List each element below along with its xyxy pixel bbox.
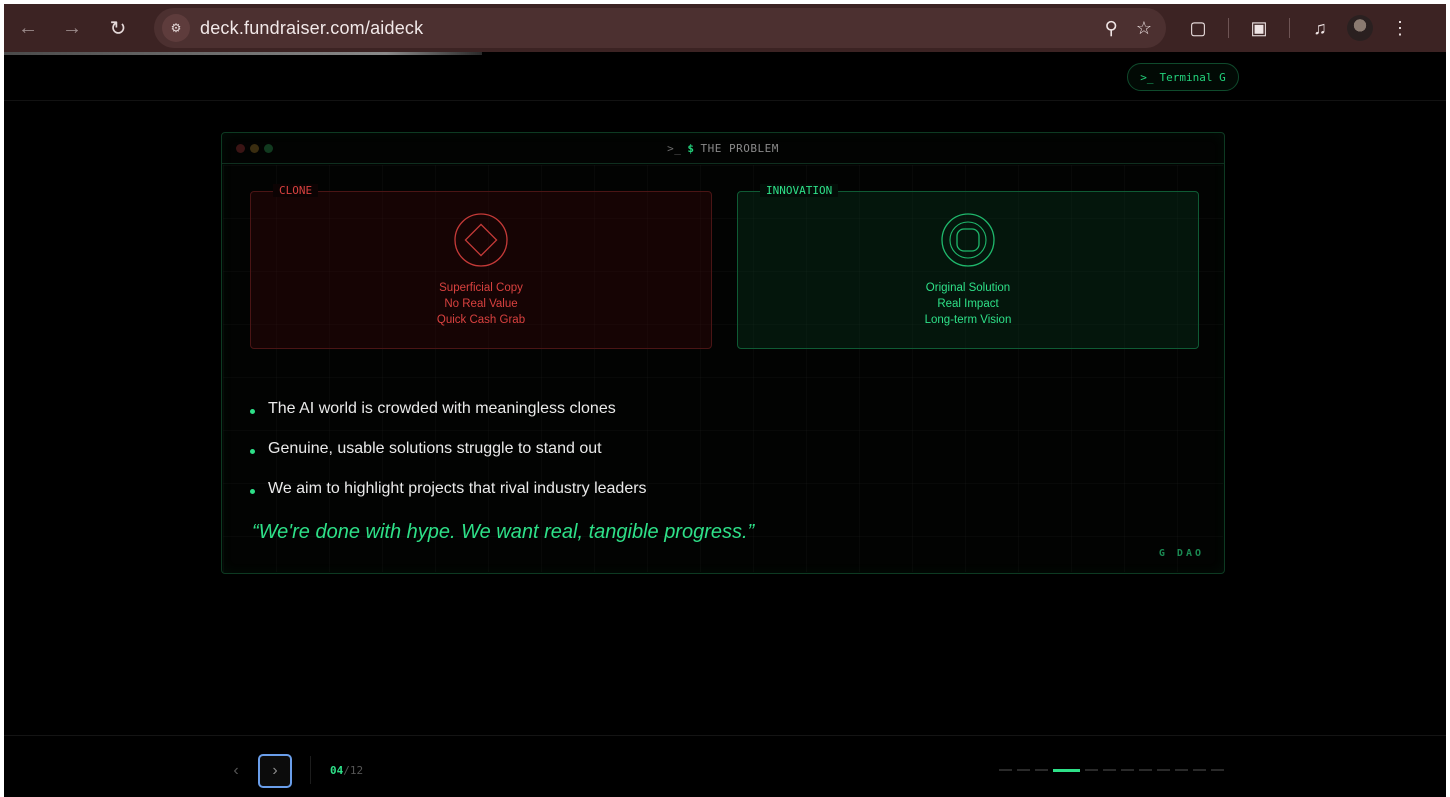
url-text[interactable]: deck.fundraiser.com/aideck bbox=[200, 18, 423, 39]
total-pages: /12 bbox=[343, 764, 364, 777]
address-bar[interactable]: ⚙ deck.fundraiser.com/aideck ⚲ ☆ bbox=[154, 8, 1166, 48]
maximize-dot-icon bbox=[264, 144, 273, 153]
window-titlebar: >_ $ THE PROBLEM bbox=[222, 133, 1224, 164]
progress-segment[interactable] bbox=[1103, 769, 1116, 771]
extensions-icon[interactable]: ▢ bbox=[1178, 4, 1218, 52]
bullet-item: Genuine, usable solutions struggle to st… bbox=[250, 429, 647, 469]
toolbar-divider bbox=[1228, 18, 1229, 38]
terminal-button-label: Terminal G bbox=[1159, 70, 1226, 84]
current-page: 04 bbox=[330, 764, 344, 777]
quote-text: “We're done with hype. We want real, tan… bbox=[252, 521, 755, 543]
clone-lines: Superficial Copy No Real Value Quick Cas… bbox=[251, 280, 711, 328]
terminal-button[interactable]: >_ Terminal G bbox=[1127, 63, 1239, 91]
terminal-window: >_ $ THE PROBLEM CLONE Superficial Copy No… bbox=[221, 132, 1225, 574]
slide-title: >_ $ THE PROBLEM bbox=[667, 142, 779, 155]
browser-toolbar: ← → ↻ ⚙ deck.fundraiser.com/aideck ⚲ ☆ ▢… bbox=[4, 4, 1446, 52]
header-divider bbox=[4, 100, 1446, 101]
footer-separator bbox=[310, 756, 311, 784]
next-slide-button[interactable]: › bbox=[258, 754, 292, 788]
terminal-prompt-icon: >_ bbox=[1140, 70, 1154, 84]
previous-slide-button[interactable]: ‹ bbox=[224, 756, 248, 786]
page-loading-bar bbox=[4, 52, 482, 55]
slide-progress bbox=[999, 768, 1224, 772]
close-dot-icon bbox=[236, 144, 245, 153]
bullet-dot-icon bbox=[250, 448, 255, 454]
bullet-text: We aim to highlight projects that rival … bbox=[268, 480, 647, 497]
clone-line: Superficial Copy bbox=[439, 282, 523, 294]
progress-segment[interactable] bbox=[1157, 769, 1170, 771]
zoom-icon[interactable]: ⚲ bbox=[1105, 18, 1118, 39]
bullet-item: We aim to highlight projects that rival … bbox=[250, 469, 647, 509]
progress-segment[interactable] bbox=[1121, 769, 1134, 771]
innovation-lines: Original Solution Real Impact Long-term … bbox=[738, 280, 1198, 328]
media-controls-icon[interactable]: ♫ bbox=[1300, 4, 1340, 52]
progress-segment[interactable] bbox=[999, 769, 1012, 771]
innovation-panel: INNOVATION Original Solution Real Impact… bbox=[737, 184, 1199, 349]
clone-line: No Real Value bbox=[444, 298, 518, 310]
window-controls bbox=[236, 144, 273, 153]
more-menu-icon[interactable]: ⋮ bbox=[1380, 4, 1420, 52]
signature: G DAO bbox=[1158, 548, 1204, 559]
page-counter: 04/12 bbox=[330, 764, 363, 777]
title-label: THE PROBLEM bbox=[700, 141, 779, 155]
clone-label: CLONE bbox=[273, 184, 319, 197]
progress-segment[interactable] bbox=[1035, 769, 1048, 771]
clone-line: Quick Cash Grab bbox=[436, 314, 526, 326]
innovation-line: Real Impact bbox=[937, 298, 999, 310]
site-settings-icon[interactable]: ⚙ bbox=[162, 14, 190, 42]
reload-icon[interactable]: ↻ bbox=[102, 12, 134, 44]
diamond-icon bbox=[454, 213, 508, 267]
bullet-dot-icon bbox=[250, 408, 255, 414]
bullet-text: The AI world is crowded with meaningless… bbox=[268, 400, 616, 417]
progress-segment[interactable] bbox=[1193, 769, 1206, 771]
progress-segment[interactable] bbox=[1085, 769, 1098, 771]
innovation-line: Original Solution bbox=[925, 282, 1011, 294]
innovation-line: Long-term Vision bbox=[924, 314, 1012, 326]
deck-page: >_ Terminal G >_ $ THE PROBLEM CLONE Super… bbox=[4, 52, 1446, 797]
clone-panel: CLONE Superficial Copy No Real Value Qui… bbox=[250, 184, 712, 349]
tab-search-icon[interactable]: ▣ bbox=[1239, 4, 1279, 52]
toolbar-divider bbox=[1289, 18, 1290, 38]
forward-arrow-icon[interactable]: → bbox=[56, 12, 88, 44]
innovation-label: INNOVATION bbox=[760, 184, 839, 197]
progress-segment[interactable] bbox=[1175, 769, 1188, 771]
progress-segment[interactable] bbox=[1139, 769, 1152, 771]
footer-divider bbox=[4, 735, 1446, 736]
profile-avatar[interactable] bbox=[1340, 4, 1380, 52]
title-prompt: >_ bbox=[667, 141, 682, 155]
bookmark-star-icon[interactable]: ☆ bbox=[1136, 18, 1152, 39]
progress-segment[interactable] bbox=[1017, 769, 1030, 771]
progress-segment[interactable] bbox=[1211, 769, 1224, 771]
progress-segment[interactable] bbox=[1053, 768, 1080, 772]
rounded-square-icon bbox=[941, 213, 995, 267]
bullet-text: Genuine, usable solutions struggle to st… bbox=[268, 440, 602, 457]
bullet-list: The AI world is crowded with meaningless… bbox=[250, 389, 647, 509]
bullet-dot-icon bbox=[250, 488, 255, 494]
back-arrow-icon[interactable]: ← bbox=[12, 12, 44, 44]
title-dollar: $ bbox=[687, 141, 695, 155]
bullet-item: The AI world is crowded with meaningless… bbox=[250, 389, 647, 429]
minimize-dot-icon bbox=[250, 144, 259, 153]
